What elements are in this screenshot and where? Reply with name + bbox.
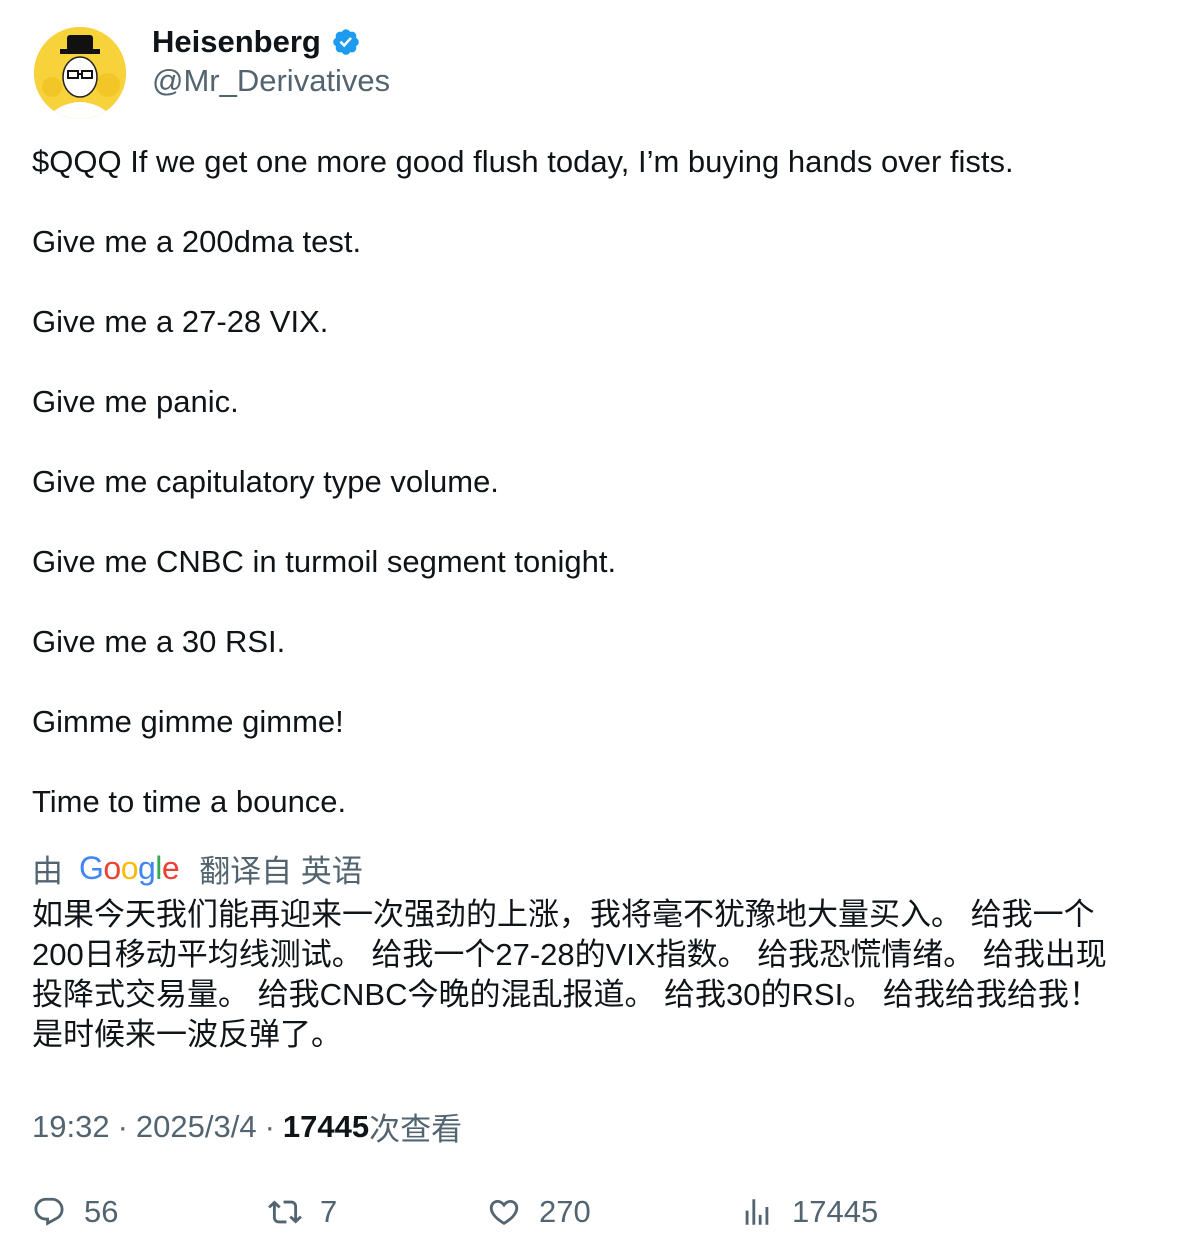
tweet-line: Give me a 27-28 VIX. <box>32 304 329 339</box>
tweet-line: Give me a 30 RSI. <box>32 624 286 659</box>
retweet-icon <box>268 1200 302 1224</box>
tweet-line: Give me a 200dma test. <box>32 224 362 259</box>
tweet-date[interactable]: 2025/3/4 <box>136 1109 257 1145</box>
like-count: 270 <box>539 1194 591 1229</box>
translated-by-label: 由 <box>32 853 63 889</box>
tweet-line: Time to time a bounce. <box>32 784 347 819</box>
tweet-line: Gimme gimme gimme! <box>32 704 344 739</box>
verified-badge-icon <box>333 29 359 55</box>
views-count[interactable]: 17445 <box>283 1109 369 1145</box>
avatar-image <box>34 27 126 119</box>
tweet-line: Give me panic. <box>32 384 239 419</box>
google-logo: Google <box>79 849 180 886</box>
translation-line: 是时候来一波反弹了。 <box>32 1017 342 1052</box>
translation-line: 投降式交易量。 给我CNBC今晚的混乱报道。 给我30的RSI。 给我给我给我！ <box>32 977 1100 1012</box>
translation-line: 如果今天我们能再迎来一次强劲的上涨，我将毫不犹豫地大量买入。 给我一个 <box>32 897 1095 932</box>
tweet-time[interactable]: 19:32 <box>32 1109 110 1145</box>
views-action-count: 17445 <box>792 1194 879 1229</box>
like-button[interactable]: 270 <box>487 1190 591 1234</box>
tweet-meta: 19:32 · 2025/3/4 · 17445 次查看 <box>32 1104 462 1149</box>
reply-icon <box>34 1197 64 1226</box>
heart-icon <box>489 1199 519 1225</box>
author-name-row[interactable]: Heisenberg <box>152 22 361 62</box>
analytics-icon <box>745 1199 769 1225</box>
translation-attribution[interactable]: 由 Google 翻译自 英语 <box>32 847 363 889</box>
tweet-line: $QQQ If we get one more good flush today… <box>32 144 1014 179</box>
views-button[interactable]: 17445 <box>740 1190 878 1234</box>
translated-from-label: 翻译自 英语 <box>199 853 363 889</box>
translation-line: 200日移动平均线测试。 给我一个27-28的VIX指数。 给我恐慌情绪。 给我… <box>32 937 1107 972</box>
views-label: 次查看 <box>369 1112 463 1147</box>
retweet-count: 7 <box>320 1194 338 1229</box>
meta-separator: · <box>264 1108 275 1144</box>
author-name[interactable]: Heisenberg <box>152 24 321 60</box>
tweet-line: Give me CNBC in turmoil segment tonight. <box>32 544 617 579</box>
translated-text: 如果今天我们能再迎来一次强劲的上涨，我将毫不犹豫地大量买入。 给我一个 200日… <box>32 895 1172 1055</box>
retweet-button[interactable]: 7 <box>268 1190 337 1234</box>
meta-separator: · <box>117 1108 128 1144</box>
action-bar: 56 7 270 17445 <box>32 1190 1172 1234</box>
tweet-line: Give me capitulatory type volume. <box>32 464 499 499</box>
reply-button[interactable]: 56 <box>32 1190 118 1234</box>
author-handle[interactable]: @Mr_Derivatives <box>152 63 390 99</box>
avatar[interactable] <box>34 27 126 119</box>
tweet-text: $QQQ If we get one more good flush today… <box>32 142 1172 822</box>
reply-count: 56 <box>84 1194 119 1229</box>
